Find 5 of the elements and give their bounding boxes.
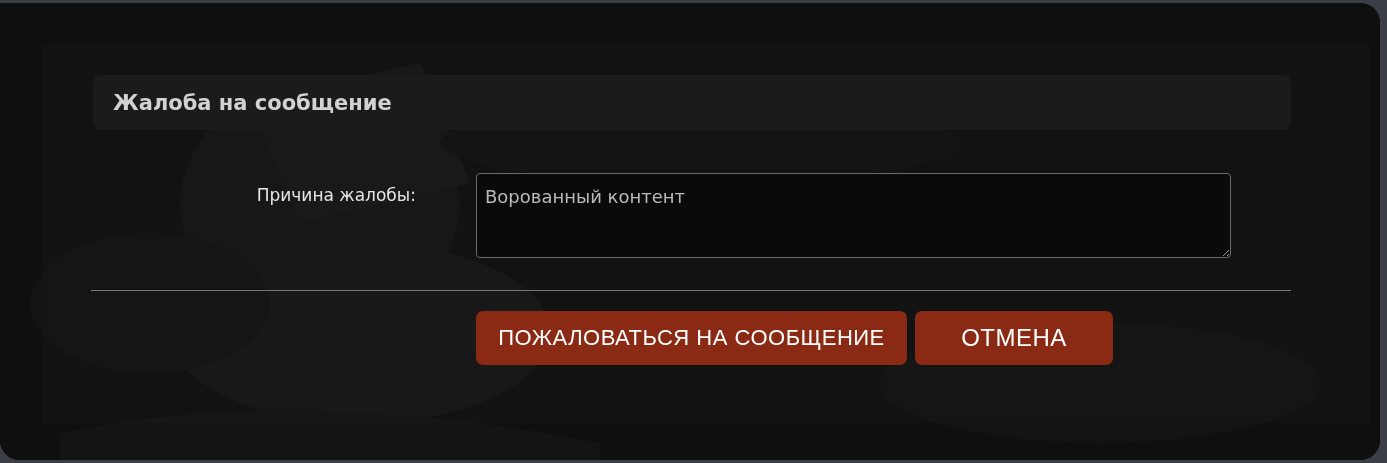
reason-field[interactable]: Ворованный контент (476, 173, 1231, 258)
cancel-button[interactable]: ОТМЕНА (915, 311, 1113, 365)
dialog-title: Жалоба на сообщение (93, 75, 1291, 130)
report-button[interactable]: ПОЖАЛОВАТЬСЯ НА СООБЩЕНИЕ (476, 311, 907, 365)
reason-label: Причина жалобы: (255, 184, 417, 207)
